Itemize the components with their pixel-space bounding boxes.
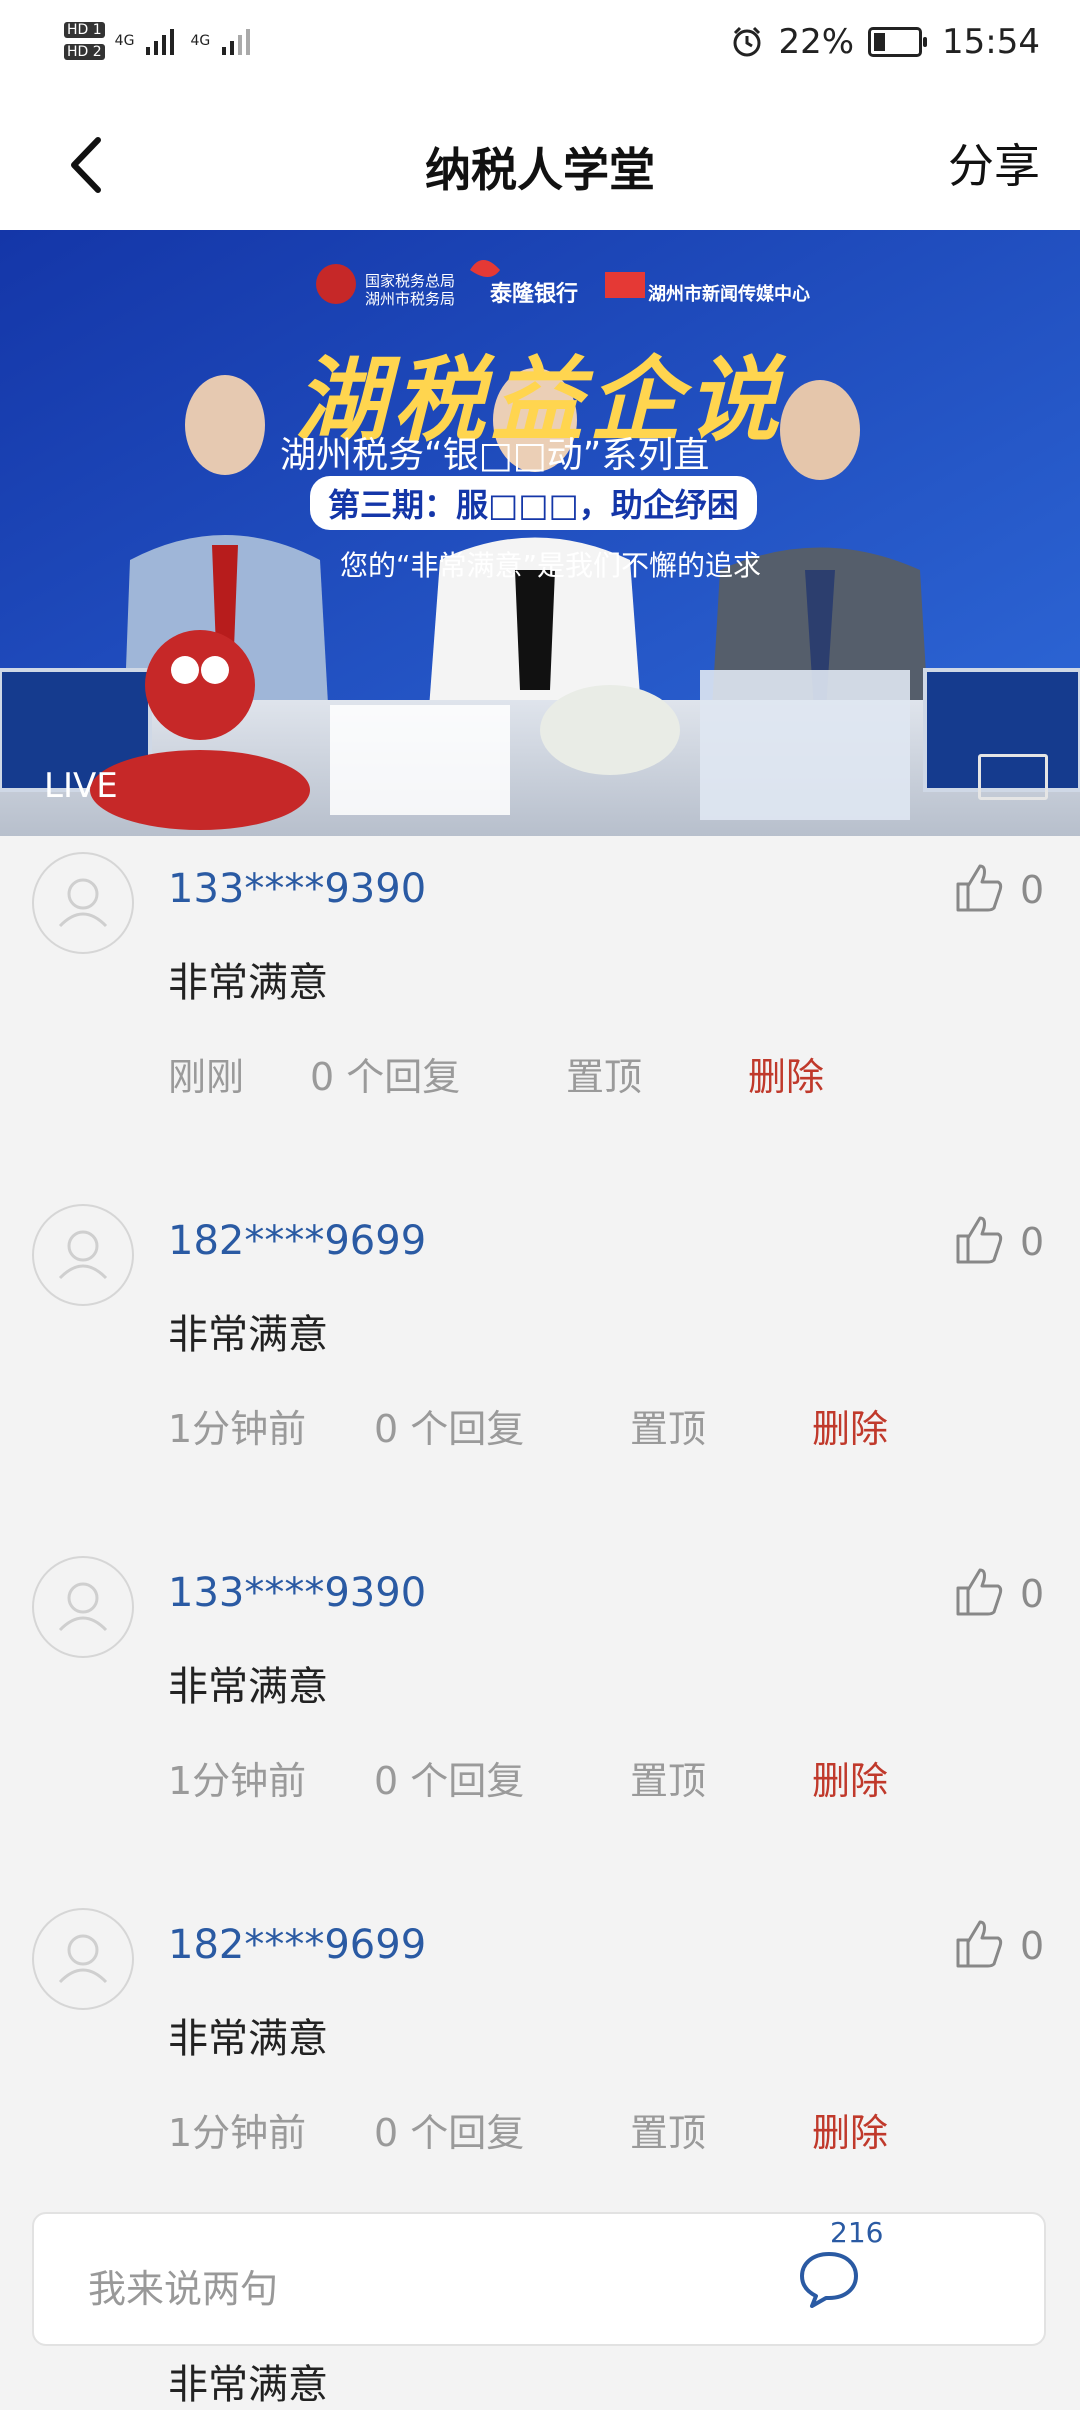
live-label: LIVE	[44, 766, 118, 806]
comment-text: 非常满意	[168, 2016, 328, 2062]
reply-count-button[interactable]: 0 个回复	[310, 1046, 460, 1101]
delete-button[interactable]: 删除	[812, 1750, 888, 1805]
comment-item: 182****9699 0 非常满意 1分钟前 0 个回复 置顶 删除	[0, 1190, 1080, 1542]
thumbs-up-icon[interactable]	[952, 1212, 1006, 1266]
delete-button[interactable]: 删除	[812, 1398, 888, 1453]
avatar[interactable]	[32, 852, 134, 954]
logo-tax-bureau: 国家税务总局 湖州市税务局	[365, 272, 456, 308]
signal-icon	[146, 29, 175, 55]
signal-indicators: HD 1 HD 2 4G 4G	[64, 22, 256, 60]
pin-button[interactable]: 置顶	[630, 1398, 706, 1453]
comment-username[interactable]: 182****9699	[168, 1922, 426, 1968]
avatar[interactable]	[32, 1908, 134, 2010]
video-tagline: 您的“非常满意”是我们不懈的追求	[340, 549, 762, 582]
user-icon	[58, 1230, 108, 1280]
status-right: 22% 15:54	[730, 22, 1040, 62]
pin-button[interactable]: 置顶	[566, 1046, 642, 1101]
comment-item: 133****9390 0 非常满意 刚刚 0 个回复 置顶 删除	[0, 838, 1080, 1190]
thumbs-up-icon[interactable]	[952, 860, 1006, 914]
pin-button[interactable]: 置顶	[630, 1750, 706, 1805]
comment-input-bar[interactable]: 我来说两句 216	[32, 2212, 1046, 2346]
comment-time: 刚刚	[168, 1055, 245, 1099]
delete-button[interactable]: 删除	[812, 2102, 888, 2157]
net2-label: 4G	[190, 33, 211, 49]
video-episode: 第三期：服□□□，助企纾困	[310, 476, 757, 530]
comment-time: 1分钟前	[168, 1407, 307, 1451]
comment-bubble-icon[interactable]	[794, 2242, 864, 2312]
comment-text: 非常满意	[168, 1312, 328, 1358]
comment-item: 182****9699 0 非常满意 1分钟前 0 个回复 置顶 删除	[0, 1894, 1080, 2246]
clock: 15:54	[942, 22, 1040, 62]
avatar[interactable]	[32, 1204, 134, 1306]
net1-label: 4G	[114, 33, 135, 49]
comment-username[interactable]: 133****9390	[168, 866, 426, 912]
hd2-label: HD 2	[64, 44, 105, 60]
comment-input[interactable]: 我来说两句	[88, 2258, 278, 2313]
thumbs-up-icon[interactable]	[952, 1564, 1006, 1618]
user-icon	[58, 1582, 108, 1632]
comment-username[interactable]: 133****9390	[168, 1570, 426, 1616]
status-bar: HD 1 HD 2 4G 4G 22% 15:54	[0, 0, 1080, 100]
logo-bank: 泰隆银行	[490, 282, 579, 307]
like-count: 0	[1020, 868, 1045, 912]
user-icon	[58, 878, 108, 928]
delete-button[interactable]: 删除	[748, 1046, 824, 1101]
pin-button[interactable]: 置顶	[630, 2102, 706, 2157]
comment-count: 216	[830, 2216, 884, 2249]
app-bar: 纳税人学堂 分享	[0, 100, 1080, 230]
logo-media: 湖州市新闻传媒中心	[648, 284, 810, 305]
like-count: 0	[1020, 1220, 1045, 1264]
reply-count-button[interactable]: 0 个回复	[374, 2102, 524, 2157]
alarm-icon	[733, 26, 761, 57]
video-subheadline: 湖州税务“银□□动”系列直	[280, 435, 710, 476]
video-player[interactable]: 国家税务总局 湖州市税务局 泰隆银行 湖州市新闻传媒中心 湖税益企说 湖州税务“…	[0, 230, 1080, 836]
battery-icon	[868, 27, 928, 57]
thumbs-up-icon[interactable]	[952, 1916, 1006, 1970]
hd1-label: HD 1	[64, 22, 105, 38]
like-count: 0	[1020, 1572, 1045, 1616]
comment-time: 1分钟前	[168, 2111, 307, 2155]
video-overlay: 国家税务总局 湖州市税务局 泰隆银行 湖州市新闻传媒中心 湖税益企说 湖州税务“…	[0, 230, 1080, 836]
battery-percent: 22%	[778, 22, 855, 62]
comment-item: 133****9390 0 非常满意 1分钟前 0 个回复 置顶 删除	[0, 1542, 1080, 1894]
like-count: 0	[1020, 1924, 1045, 1968]
signal-icon-2	[222, 29, 251, 55]
comment-username[interactable]: 182****9699	[168, 1218, 426, 1264]
comment-text: 非常满意	[168, 960, 328, 1006]
share-button[interactable]: 分享	[948, 130, 1040, 196]
reply-count-button[interactable]: 0 个回复	[374, 1398, 524, 1453]
page-title: 纳税人学堂	[425, 143, 655, 197]
reply-count-button[interactable]: 0 个回复	[374, 1750, 524, 1805]
fullscreen-icon[interactable]	[978, 754, 1048, 800]
comment-time: 1分钟前	[168, 1759, 307, 1803]
avatar[interactable]	[32, 1556, 134, 1658]
comment-text-peek: 非常满意	[168, 2362, 328, 2408]
comment-text: 非常满意	[168, 1664, 328, 1710]
user-icon	[58, 1934, 108, 1984]
